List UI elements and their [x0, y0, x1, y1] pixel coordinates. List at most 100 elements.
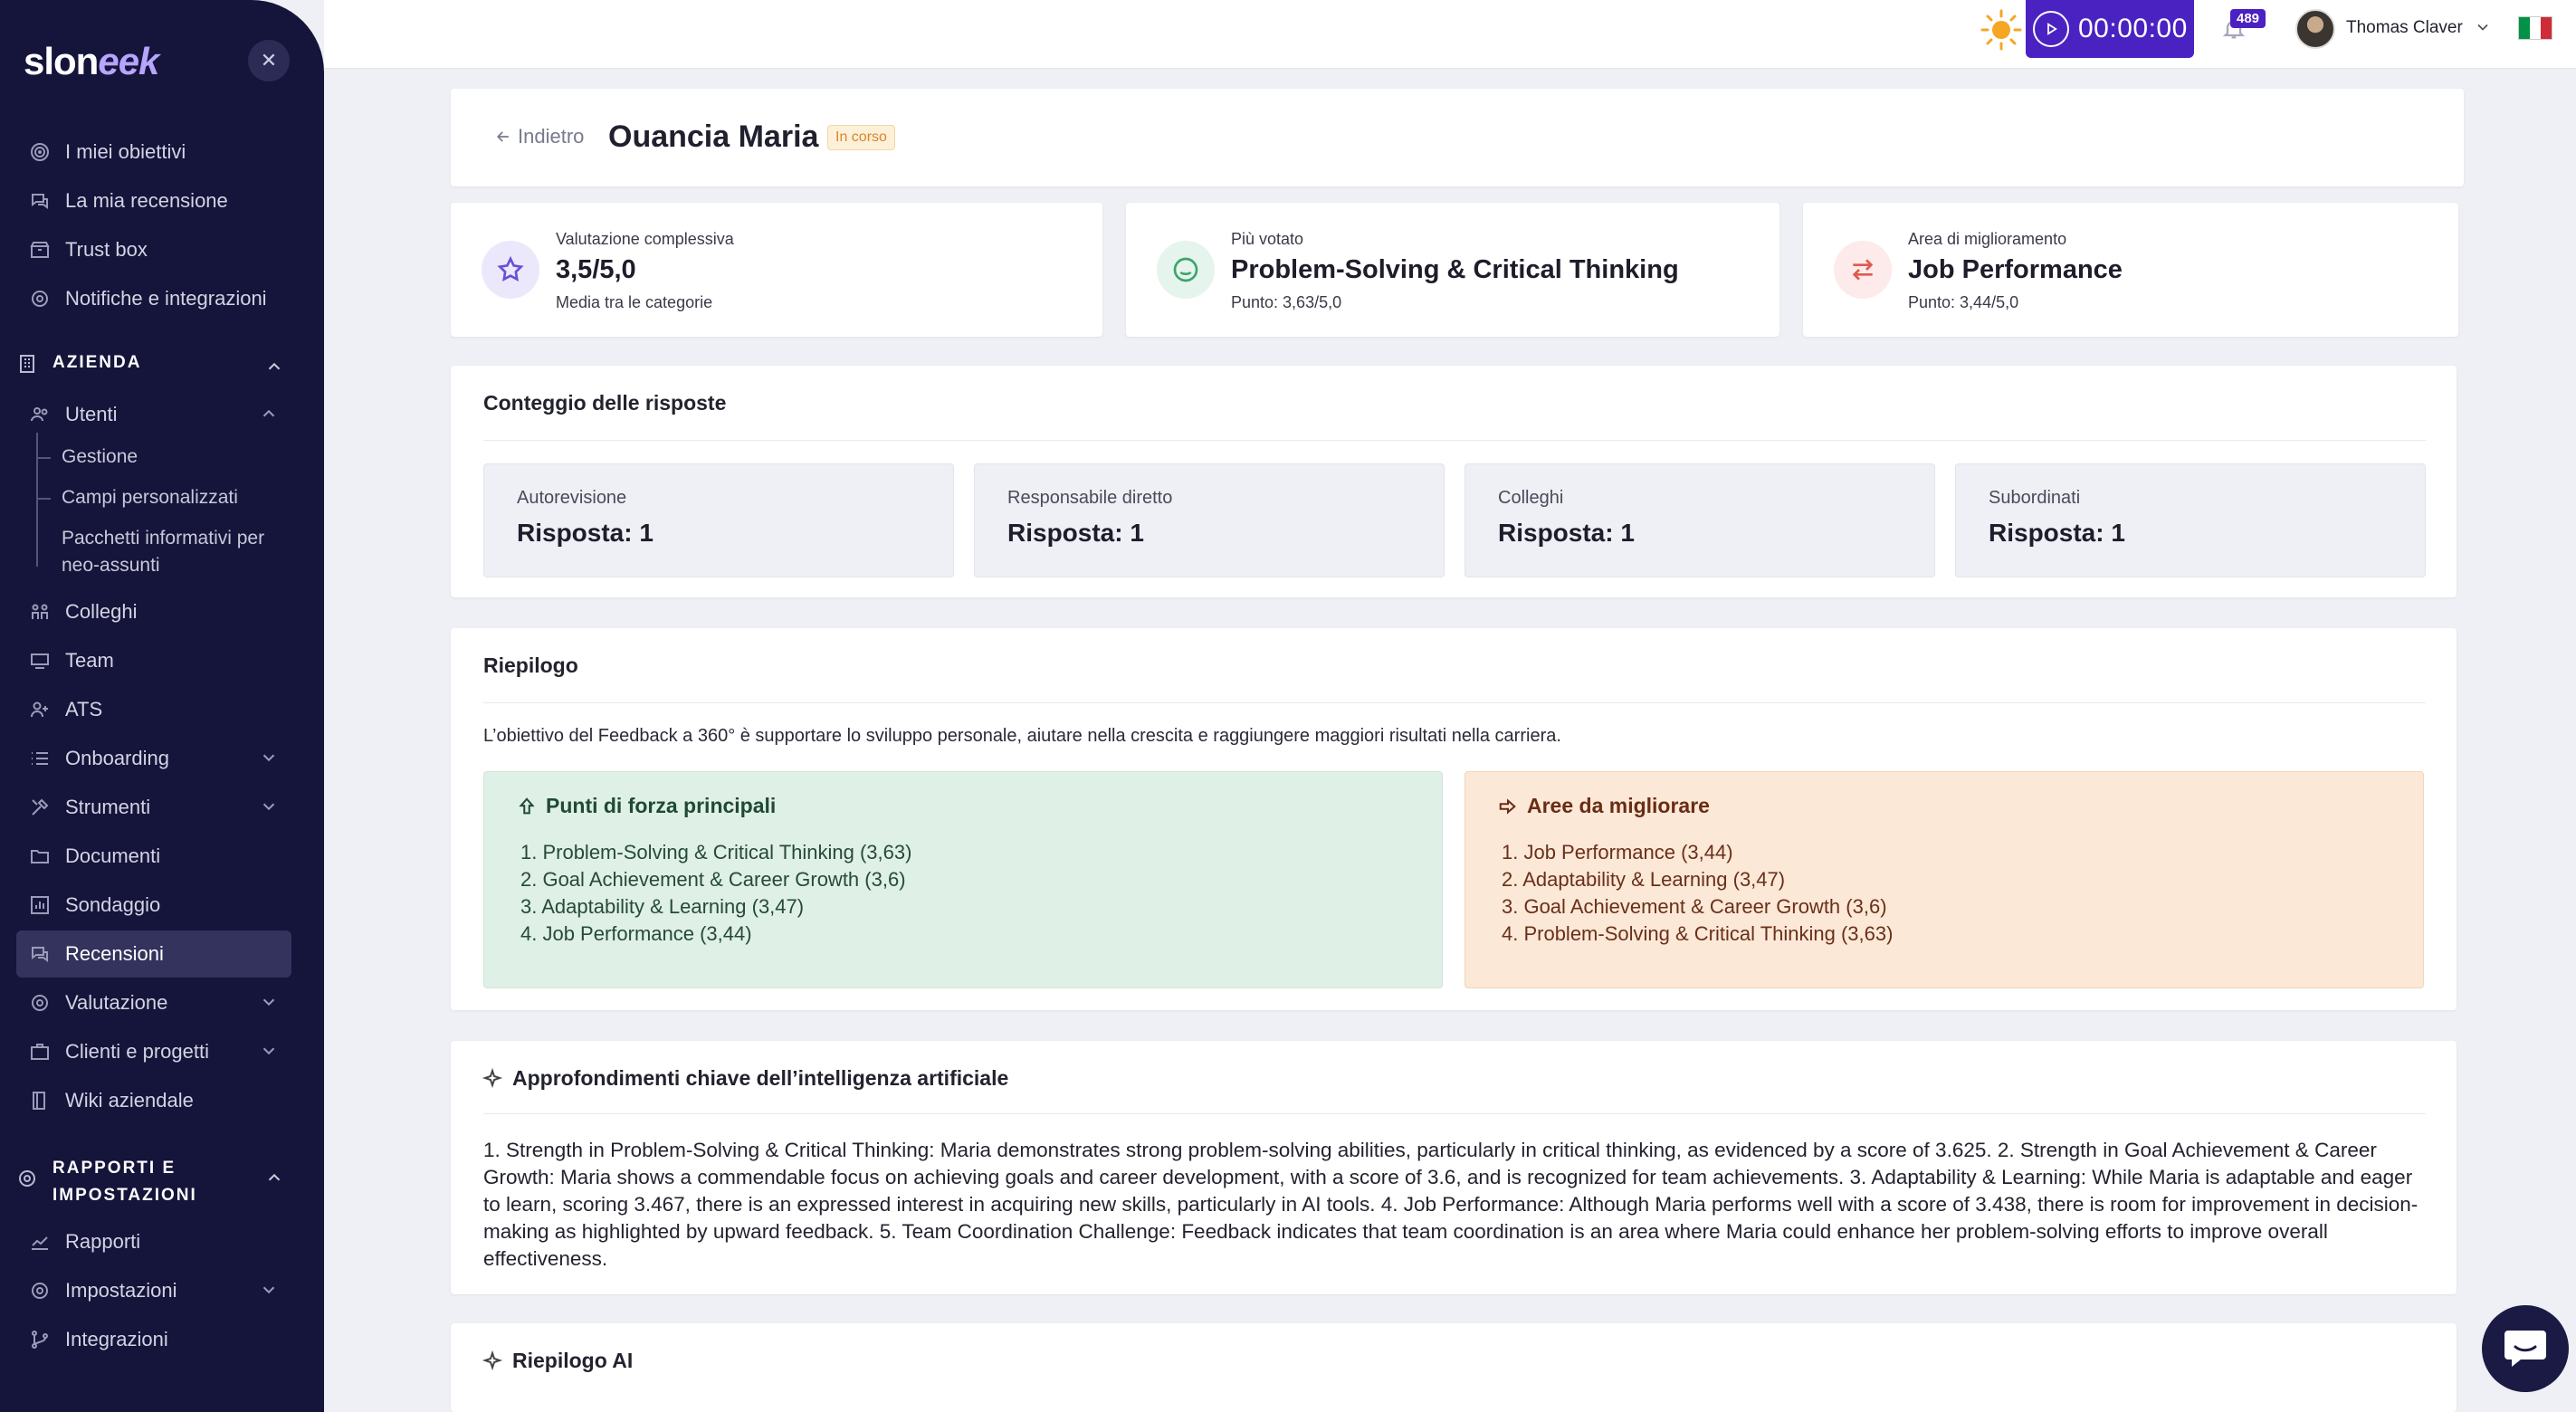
- stat-card-overall: Valutazione complessiva 3,5/5,0 Media tr…: [451, 203, 1102, 337]
- chevron-down-icon: [259, 1041, 279, 1061]
- smile-icon: [1157, 241, 1215, 299]
- gear-icon: [27, 1278, 52, 1303]
- sidebar-item-survey[interactable]: Sondaggio: [16, 882, 291, 929]
- play-icon: [2033, 11, 2069, 47]
- sparkle-icon: [482, 1067, 503, 1088]
- chevron-down-icon: [259, 1280, 279, 1300]
- chat-bubble-icon: [2504, 1331, 2546, 1367]
- summary-title: Riepilogo: [483, 654, 578, 677]
- chat-icon: [27, 188, 52, 214]
- sidebar-item-wiki[interactable]: Wiki aziendale: [16, 1077, 291, 1124]
- sidebar-item-trust-box[interactable]: Trust box: [16, 226, 291, 273]
- sidebar-subitem-custom-fields[interactable]: Campi personalizzati: [36, 484, 290, 511]
- response-manager: Responsabile diretto Risposta: 1: [974, 463, 1445, 577]
- tools-icon: [27, 795, 52, 820]
- italy-flag-icon[interactable]: [2518, 16, 2552, 40]
- status-badge: In corso: [827, 125, 895, 150]
- gear-icon: [27, 990, 52, 1016]
- sidebar-item-integrations[interactable]: Integrazioni: [16, 1316, 291, 1363]
- page-title: Ouancia Maria: [608, 119, 819, 154]
- ai-insights-text: 1. Strength in Problem-Solving & Critica…: [483, 1139, 2419, 1270]
- notification-count: 489: [2230, 9, 2266, 28]
- section-company[interactable]: AZIENDA: [16, 353, 291, 378]
- chevron-up-icon: [264, 1168, 284, 1188]
- ai-summary-card: [451, 1323, 2457, 1412]
- sidebar-item-reviews[interactable]: Recensioni: [16, 930, 291, 978]
- chevron-down-icon: [259, 797, 279, 816]
- list-item: 1. Problem-Solving & Critical Thinking (…: [520, 841, 912, 863]
- strengths-panel: Punti di forza principali 1. Problem-Sol…: [483, 771, 1443, 988]
- response-colleagues: Colleghi Risposta: 1: [1465, 463, 1935, 577]
- sidebar-item-onboarding[interactable]: Onboarding: [16, 735, 291, 782]
- list-item: 1. Job Performance (3,44): [1502, 841, 1733, 863]
- logo[interactable]: sloneek: [24, 40, 159, 83]
- timer-value: 00:00:00: [2078, 14, 2188, 43]
- sidebar-item-tools[interactable]: Strumenti: [16, 784, 291, 831]
- sidebar-item-users[interactable]: Utenti: [16, 391, 291, 438]
- close-icon: ✕: [260, 49, 278, 72]
- team-icon: [27, 648, 52, 673]
- ai-summary-title: Riepilogo AI: [482, 1349, 633, 1373]
- response-self: Autorevisione Risposta: 1: [483, 463, 954, 577]
- list-item: 3. Adaptability & Learning (3,47): [520, 895, 805, 918]
- sidebar-item-objectives[interactable]: I miei obiettivi: [16, 129, 291, 176]
- list-item: 3. Goal Achievement & Career Growth (3,6…: [1502, 895, 1887, 918]
- ai-insights-title: Approfondimenti chiave dell’intelligenza…: [482, 1066, 1008, 1091]
- users-icon: [27, 402, 52, 427]
- list-item: 4. Problem-Solving & Critical Thinking (…: [1502, 922, 1894, 945]
- sidebar-item-reports[interactable]: Rapporti: [16, 1218, 291, 1265]
- sparkle-icon: [482, 1350, 503, 1370]
- sidebar-item-ats[interactable]: ATS: [16, 686, 291, 733]
- colleagues-icon: [27, 599, 52, 625]
- gear-icon: [16, 1168, 42, 1193]
- responses-title: Conteggio delle risposte: [483, 391, 727, 415]
- sidebar-item-settings[interactable]: Impostazioni: [16, 1267, 291, 1314]
- summary-intro: L’obiettivo del Feedback a 360° è suppor…: [483, 726, 1561, 746]
- arrow-up-icon: [519, 797, 535, 814]
- chevron-down-icon: [259, 992, 279, 1012]
- chat-launcher-button[interactable]: [2482, 1305, 2569, 1392]
- section-reports[interactable]: RAPPORTI E IMPOSTAZIONI: [16, 1155, 291, 1209]
- target-icon: [27, 139, 52, 165]
- building-icon: [16, 353, 42, 378]
- folder-icon: [27, 844, 52, 869]
- sidebar-subitem-management[interactable]: Gestione: [36, 444, 290, 471]
- chat-icon: [27, 941, 52, 967]
- arrow-right-icon: [1499, 797, 1516, 815]
- sidebar: sloneek ✕ I miei obiettivi La mia recens…: [0, 0, 324, 1412]
- star-icon: [482, 241, 539, 299]
- chevron-up-icon: [259, 404, 279, 424]
- gear-icon: [27, 286, 52, 311]
- trend-icon: [27, 1229, 52, 1255]
- box-icon: [27, 237, 52, 262]
- book-icon: [27, 1088, 52, 1113]
- timer-button[interactable]: 00:00:00: [2026, 0, 2194, 58]
- briefcase-icon: [27, 1039, 52, 1064]
- stat-card-improvement: Area di miglioramento Job Performance Pu…: [1803, 203, 2458, 337]
- chevron-up-icon: [264, 357, 284, 377]
- branch-icon: [27, 1327, 52, 1352]
- user-name[interactable]: Thomas Claver: [2346, 18, 2463, 38]
- list-item: 4. Job Performance (3,44): [520, 922, 752, 945]
- sidebar-item-documents[interactable]: Documenti: [16, 833, 291, 880]
- list-item: 2. Adaptability & Learning (3,47): [1502, 868, 1786, 891]
- chevron-down-icon: [259, 748, 279, 768]
- sidebar-item-team[interactable]: Team: [16, 637, 291, 684]
- sidebar-item-clients[interactable]: Clienti e progetti: [16, 1028, 291, 1075]
- response-subordinates: Subordinati Risposta: 1: [1955, 463, 2426, 577]
- chart-icon: [27, 892, 52, 918]
- swap-icon: [1834, 241, 1892, 299]
- back-link[interactable]: Indietro: [494, 125, 584, 148]
- avatar[interactable]: [2295, 9, 2335, 49]
- sun-icon[interactable]: [1980, 9, 2022, 51]
- sidebar-item-colleagues[interactable]: Colleghi: [16, 588, 291, 635]
- chevron-down-icon[interactable]: [2474, 18, 2494, 38]
- arrow-left-icon: [496, 131, 509, 142]
- sidebar-subitem-onboarding-packs[interactable]: Pacchetti informativi per neo-assunti: [36, 525, 290, 579]
- sidebar-item-my-review[interactable]: La mia recensione: [16, 177, 291, 224]
- sidebar-item-notifications[interactable]: Notifiche e integrazioni: [16, 275, 291, 322]
- sidebar-item-evaluation[interactable]: Valutazione: [16, 979, 291, 1026]
- list-item: 2. Goal Achievement & Career Growth (3,6…: [520, 868, 906, 891]
- close-sidebar-button[interactable]: ✕: [248, 40, 290, 81]
- user-plus-icon: [27, 697, 52, 722]
